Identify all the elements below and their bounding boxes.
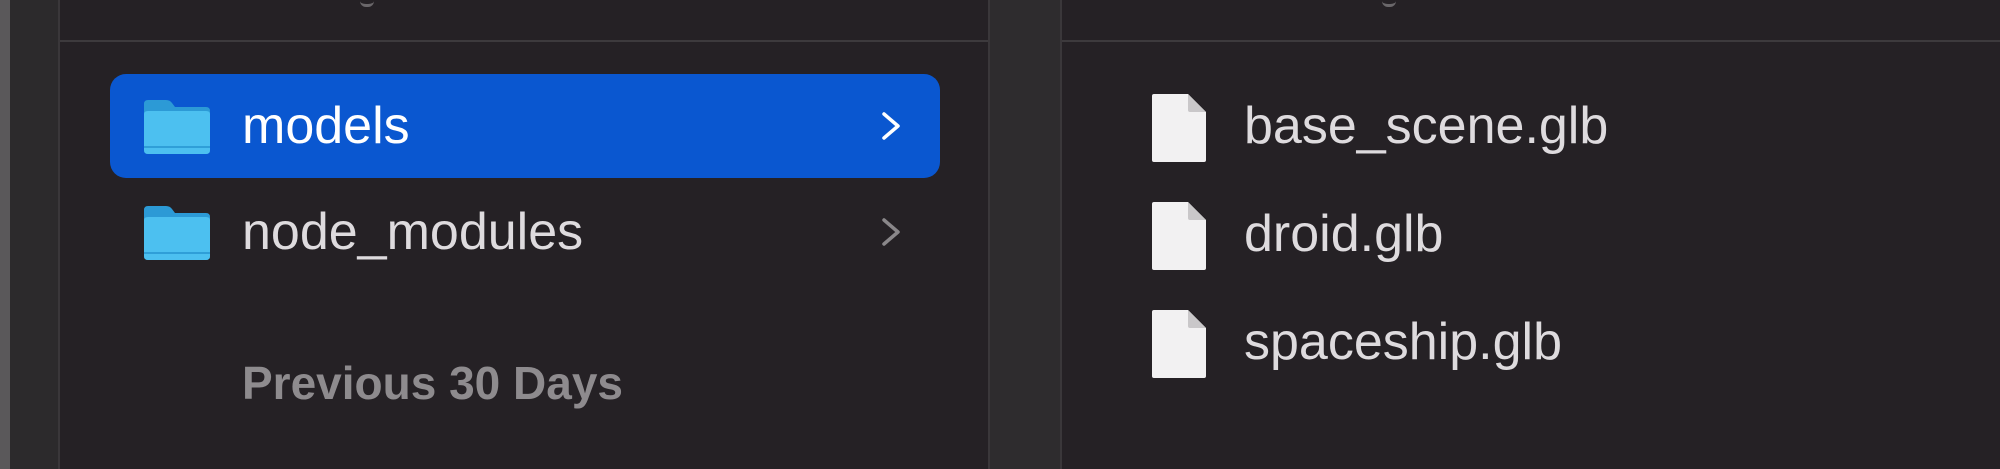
document-icon — [1152, 310, 1206, 378]
column-header — [1062, 0, 2000, 42]
folder-label: models — [242, 97, 410, 155]
file-row-base-scene[interactable]: base_scene.glb — [1148, 74, 1948, 178]
folder-row-models[interactable]: models — [110, 74, 940, 178]
folder-column: models node_modules Previous 30 Days — [58, 0, 990, 469]
file-label: droid.glb — [1244, 205, 1444, 263]
chevron-right-icon — [882, 112, 900, 140]
file-label: base_scene.glb — [1244, 97, 1609, 155]
chevron-right-icon — [882, 218, 900, 246]
document-icon — [1152, 94, 1206, 162]
file-row-spaceship[interactable]: spaceship.glb — [1148, 290, 1948, 394]
section-header-previous-30-days: Previous 30 Days — [242, 357, 624, 409]
file-row-droid[interactable]: droid.glb — [1148, 182, 1948, 286]
sidebar-edge — [10, 0, 58, 469]
finder-column-view: models node_modules Previous 30 Days bas… — [0, 0, 2000, 469]
column-divider[interactable] — [990, 0, 1060, 469]
file-label: spaceship.glb — [1244, 313, 1562, 371]
header-glyph — [1382, 0, 1396, 7]
document-icon — [1152, 202, 1206, 270]
file-column: base_scene.glb droid.glb spaceship.glb — [1060, 0, 2000, 469]
folder-row-node-modules[interactable]: node_modules — [110, 180, 940, 284]
header-glyph — [360, 0, 374, 7]
folder-label: node_modules — [242, 203, 584, 261]
column-header — [60, 0, 988, 42]
window-edge — [0, 0, 10, 469]
folder-icon — [144, 206, 210, 260]
folder-icon — [144, 100, 210, 154]
